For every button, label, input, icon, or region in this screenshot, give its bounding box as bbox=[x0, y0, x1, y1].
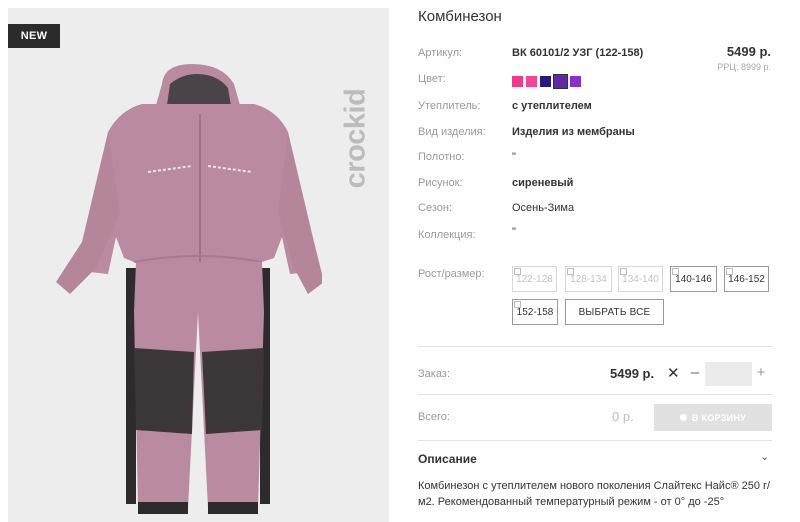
size-icon bbox=[567, 268, 574, 275]
size-option[interactable]: 122-128 bbox=[512, 266, 557, 292]
product-photo[interactable]: NEW crockid bbox=[8, 8, 389, 522]
size-option[interactable]: 146-152 bbox=[724, 266, 769, 292]
spec-label-fabric: Полотно: bbox=[418, 151, 465, 163]
cart-icon bbox=[679, 414, 687, 421]
spec-value-fabric: " bbox=[512, 151, 516, 163]
overall-image bbox=[56, 64, 322, 514]
size-icon bbox=[514, 268, 521, 275]
spec-label-season: Сезон: bbox=[418, 202, 452, 214]
color-swatch[interactable] bbox=[526, 76, 537, 87]
size-option[interactable]: 152-158 bbox=[512, 299, 558, 325]
order-label: Заказ: bbox=[418, 368, 450, 380]
size-icon bbox=[620, 268, 627, 275]
spec-value-insulation: с утеплителем bbox=[512, 100, 592, 112]
spec-label-color: Цвет: bbox=[418, 73, 446, 85]
brand-logo: crockid bbox=[339, 88, 372, 188]
divider bbox=[418, 346, 772, 347]
spec-label-collection: Коллекция: bbox=[418, 229, 476, 241]
color-swatch[interactable] bbox=[540, 76, 551, 87]
size-icon bbox=[514, 301, 521, 308]
spec-value-collection: " bbox=[512, 226, 516, 238]
size-icon bbox=[726, 268, 733, 275]
color-swatch[interactable] bbox=[570, 76, 581, 87]
description-text: Комбинезон с утеплителем нового поколени… bbox=[418, 480, 771, 508]
spec-label-type: Вид изделия: bbox=[418, 126, 486, 138]
spec-label-pattern: Рисунок: bbox=[418, 177, 463, 189]
product-price: 5499 р. bbox=[726, 44, 771, 59]
description-heading[interactable]: Описание bbox=[418, 452, 477, 466]
product-title: Комбинезон bbox=[418, 8, 502, 25]
quantity-minus-button[interactable]: – bbox=[688, 364, 702, 381]
total-label: Всего: bbox=[418, 411, 450, 423]
size-option[interactable]: 128-134 bbox=[565, 266, 612, 292]
new-badge: NEW bbox=[8, 24, 60, 48]
chevron-down-icon[interactable]: ⌄ bbox=[760, 450, 769, 463]
spec-label-insulation: Утеплитель: bbox=[418, 100, 481, 112]
divider bbox=[418, 440, 772, 441]
cart-button-label: В КОРЗИНУ bbox=[691, 412, 747, 423]
rrp-price: РРЦ: 8999 р. bbox=[717, 62, 771, 72]
color-swatch[interactable] bbox=[553, 74, 568, 89]
times-icon: ✕ bbox=[667, 365, 680, 382]
size-label: Рост/размер: bbox=[418, 268, 485, 280]
order-price: 5499 р. bbox=[610, 366, 655, 381]
color-swatches bbox=[512, 74, 581, 89]
quantity-input[interactable] bbox=[705, 362, 752, 386]
select-all-sizes-button[interactable]: ВЫБРАТЬ ВСЕ bbox=[565, 299, 664, 325]
spec-label-article: Артикул: bbox=[418, 47, 463, 59]
spec-value-article: ВК 60101/2 УЗГ (122-158) bbox=[512, 47, 644, 59]
total-value: 0 р. bbox=[612, 409, 634, 424]
size-option[interactable]: 134-140 bbox=[618, 266, 663, 292]
spec-value-season: Осень-Зима bbox=[512, 202, 575, 214]
spec-value-type: Изделия из мембраны bbox=[512, 126, 635, 138]
color-swatch[interactable] bbox=[512, 76, 523, 87]
quantity-plus-button[interactable]: + bbox=[754, 364, 768, 381]
description-cutoff bbox=[418, 516, 778, 522]
add-to-cart-button[interactable]: В КОРЗИНУ bbox=[654, 404, 772, 431]
spec-value-pattern: сиреневый bbox=[512, 177, 574, 189]
size-icon bbox=[672, 268, 679, 275]
size-option[interactable]: 140-146 bbox=[670, 266, 717, 292]
divider bbox=[418, 394, 772, 395]
